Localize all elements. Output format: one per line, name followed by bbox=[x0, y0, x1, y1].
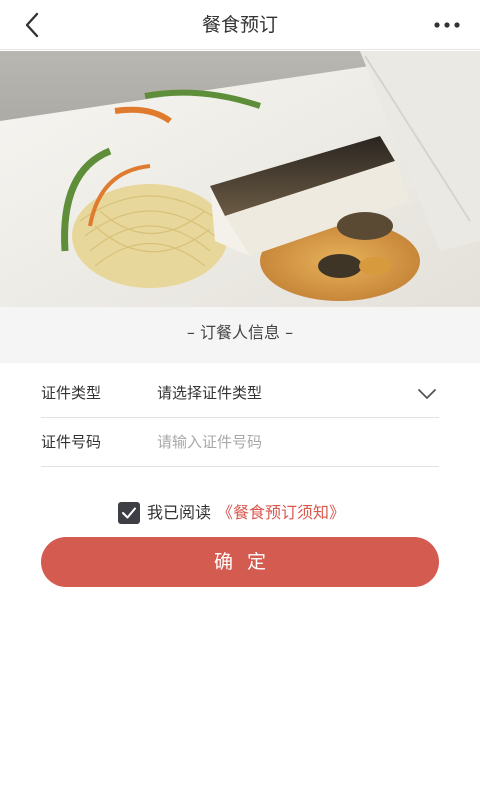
page-title: 餐食预订 bbox=[201, 14, 278, 36]
check-icon bbox=[122, 507, 136, 519]
agreement-text: 我已阅读 bbox=[147, 503, 212, 522]
agreement-checkbox[interactable] bbox=[118, 502, 140, 524]
id-number-row: 证件号码 bbox=[41, 418, 439, 467]
id-number-label: 证件号码 bbox=[41, 433, 102, 451]
agreement-link[interactable]: 《餐食预订须知》 bbox=[217, 500, 345, 526]
id-type-value[interactable]: 请选择证件类型 bbox=[157, 369, 262, 417]
top-bar: 餐食预订 bbox=[0, 0, 480, 50]
back-button[interactable] bbox=[18, 10, 48, 40]
chevron-down-icon[interactable] bbox=[417, 384, 437, 404]
hero-food-image bbox=[0, 51, 480, 307]
chevron-left-icon bbox=[25, 12, 39, 38]
section-title: – 订餐人信息 – bbox=[0, 307, 480, 363]
more-button[interactable] bbox=[432, 10, 462, 40]
confirm-button[interactable]: 确定 bbox=[41, 537, 439, 587]
more-horizontal-icon bbox=[434, 22, 460, 28]
id-type-label: 证件类型 bbox=[41, 384, 102, 402]
id-type-select[interactable]: 证件类型 请选择证件类型 bbox=[41, 369, 439, 418]
id-number-input[interactable] bbox=[157, 427, 427, 457]
